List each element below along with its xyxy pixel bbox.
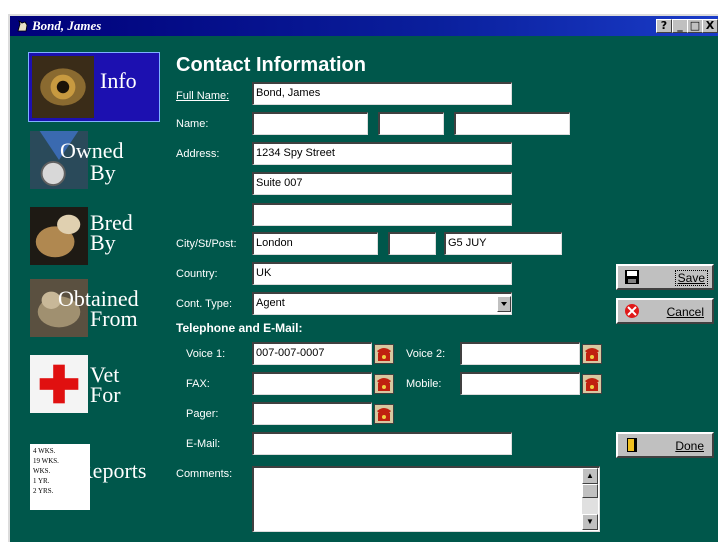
voice1-label: Voice 1: [186,348,226,360]
full-name-field[interactable]: Bond, James [252,82,512,105]
dial-phone-icon[interactable] [582,374,602,394]
report-row: 19 WKS. [33,457,59,465]
comments-textarea[interactable] [252,466,600,532]
comments-label: Comments: [176,468,233,480]
name-label: Name: [176,118,209,130]
email-label: E-Mail: [186,438,221,450]
voice2-field[interactable] [460,342,580,365]
address-line3-field[interactable] [252,203,512,226]
sidebar-item-owned-by[interactable]: Owned By [10,126,160,194]
mobile-label: Mobile: [406,378,442,390]
city-field[interactable]: London [252,232,378,255]
puppy-photo-icon [30,207,88,265]
save-button[interactable]: Save [616,264,714,290]
city-st-post-label: City/St/Post: [176,238,237,250]
country-field[interactable]: UK [252,262,512,285]
dog-app-icon [17,20,28,32]
sidebar-item-sublabel: For [90,382,121,407]
report-row: 4 WKS. [33,447,56,455]
sidebar-item-label: Owned [60,138,124,163]
cancel-button[interactable]: Cancel [616,298,714,324]
dial-phone-icon[interactable] [582,344,602,364]
pager-label: Pager: [186,408,219,420]
address-line1-field[interactable]: 1234 Spy Street [252,142,512,165]
done-button-label: Done [675,439,704,453]
cancel-button-label: Cancel [666,305,704,319]
maximize-button[interactable]: □ [687,19,703,33]
scroll-down-icon[interactable]: ▼ [582,514,598,530]
report-row: WKS. [33,467,51,475]
scroll-thumb[interactable] [582,484,598,498]
contact-window: Bond, James ? _ □ X Info Owned By Bred B… [8,14,718,542]
door-exit-icon [627,438,637,452]
minimize-button[interactable]: _ [672,19,688,33]
close-button[interactable]: X [702,19,718,33]
sidebar-item-bred-by[interactable]: Bred By [10,202,160,270]
sidebar-item-reports[interactable]: 4 WKS. 19 WKS. WKS. 1 YR. 2 YRS. Reports [10,434,160,510]
first-name-field[interactable] [252,112,368,135]
comments-scrollbar[interactable]: ▲ ▼ [582,468,598,530]
middle-name-field[interactable] [378,112,444,135]
sidebar-item-info[interactable]: Info [10,52,160,122]
page-title: Contact Information [176,54,366,76]
red-cross-icon [30,355,88,413]
sidebar-item-vet-for[interactable]: Vet For [10,350,160,418]
floppy-disk-icon [625,270,639,284]
done-button[interactable]: Done [616,432,714,458]
fax-label: FAX: [186,378,210,390]
title-bar[interactable]: Bond, James ? _ □ X [10,16,718,36]
cont-type-label: Cont. Type: [176,298,233,310]
sidebar-item-obtained-from[interactable]: Obtained From [10,274,160,342]
sidebar-item-sublabel: From [90,306,138,331]
country-label: Country: [176,268,218,280]
dial-phone-icon[interactable] [374,344,394,364]
cancel-icon [625,304,639,318]
sidebar-item-sublabel: By [90,160,116,185]
last-name-field[interactable] [454,112,570,135]
report-row: 2 YRS. [33,487,54,495]
address-label: Address: [176,148,220,160]
help-button[interactable]: ? [656,19,672,33]
scroll-up-icon[interactable]: ▲ [582,468,598,484]
report-row: 1 YR. [33,477,50,485]
telephone-heading: Telephone and E-Mail: [176,321,303,335]
sidebar-item-label: Info [100,68,137,93]
email-field[interactable] [252,432,512,455]
dial-phone-icon[interactable] [374,404,394,424]
window-title: Bond, James [32,18,102,33]
dropdown-arrow-icon[interactable] [497,296,511,312]
eye-photo-icon [32,56,94,118]
sidebar-item-label: Reports [78,458,147,483]
dial-phone-icon[interactable] [374,374,394,394]
sidebar-item-sublabel: By [90,230,116,255]
fax-field[interactable] [252,372,372,395]
scroll-track[interactable] [582,498,598,514]
save-button-label: Save [674,270,708,286]
pager-field[interactable] [252,402,372,425]
postal-field[interactable]: G5 JUY [444,232,562,255]
address-line2-field[interactable]: Suite 007 [252,172,512,195]
state-field[interactable] [388,232,436,255]
voice2-label: Voice 2: [406,348,446,360]
full-name-label[interactable]: Full Name: [176,90,229,102]
mobile-field[interactable] [460,372,580,395]
voice1-field[interactable]: 007-007-0007 [252,342,372,365]
cont-type-select[interactable]: Agent [252,292,512,315]
